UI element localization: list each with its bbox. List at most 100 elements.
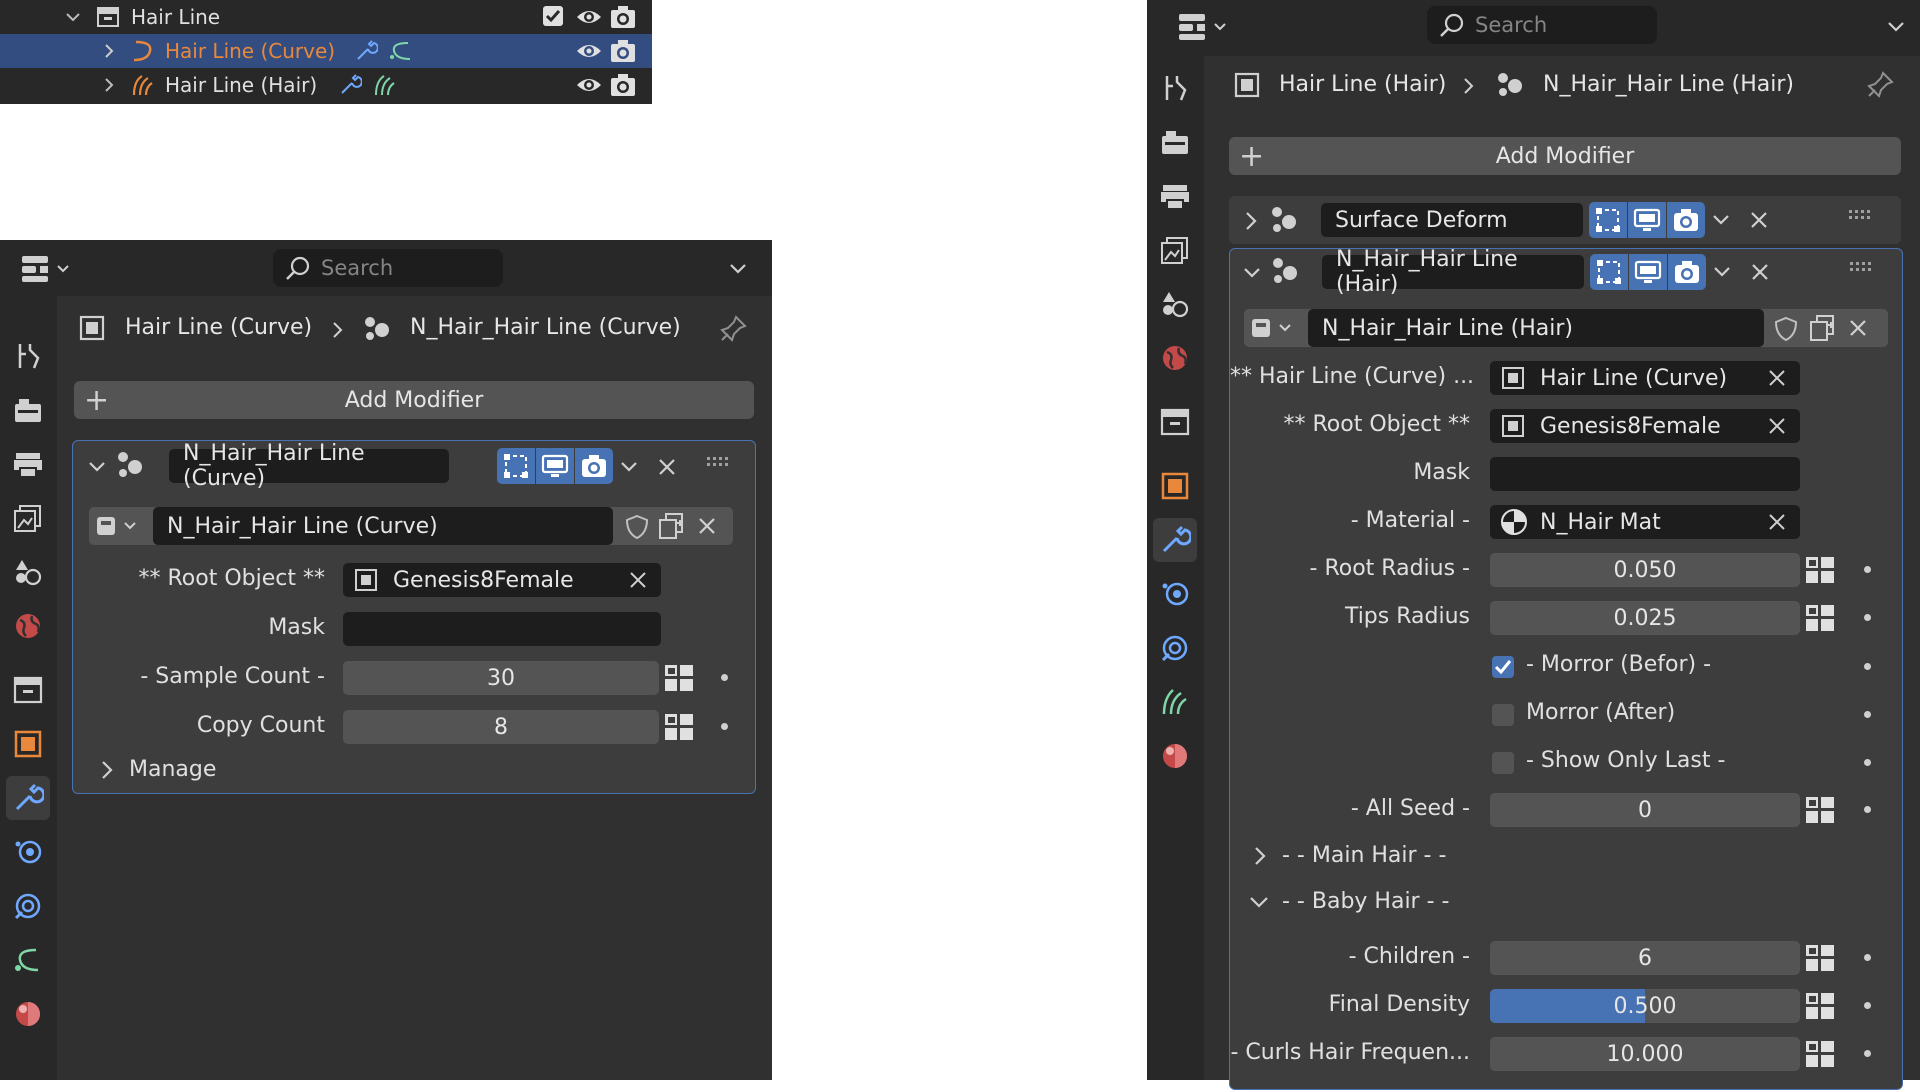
baby-hair-panel-label[interactable]: - - Baby Hair - -: [1282, 889, 1449, 914]
input-socket-toggle[interactable]: [1804, 793, 1836, 827]
clear-icon[interactable]: [629, 571, 647, 589]
chevron-down-icon[interactable]: [1885, 15, 1907, 37]
duplicate-icon[interactable]: [1808, 313, 1838, 343]
tab-collection[interactable]: [1153, 400, 1197, 444]
keyframe-dot[interactable]: [1864, 1050, 1871, 1057]
keyframe-dot[interactable]: [1864, 663, 1871, 670]
tab-tool[interactable]: [1153, 66, 1197, 110]
outliner-row-collection[interactable]: Hair Line: [0, 0, 652, 34]
modifier-name-field[interactable]: N_Hair_Hair Line (Curve): [169, 441, 449, 491]
mask-field[interactable]: [343, 612, 661, 646]
eye-icon[interactable]: [576, 73, 602, 97]
tab-world[interactable]: [1153, 336, 1197, 380]
tab-render[interactable]: [1153, 120, 1197, 164]
chevron-down-icon[interactable]: [1711, 210, 1731, 230]
drag-handle-icon[interactable]: [707, 457, 731, 469]
close-icon[interactable]: [657, 457, 677, 477]
input-socket-toggle[interactable]: [663, 661, 695, 695]
chevron-right-icon[interactable]: [100, 76, 118, 94]
tab-physics[interactable]: [1153, 626, 1197, 670]
modifier-name-field[interactable]: N_Hair_Hair Line (Hair): [1322, 247, 1584, 297]
curve-data-icon[interactable]: [388, 39, 414, 63]
input-socket-toggle[interactable]: [1804, 1037, 1836, 1071]
keyframe-dot[interactable]: [1864, 614, 1871, 621]
close-icon[interactable]: [697, 516, 717, 536]
viewport-toggle[interactable]: [536, 448, 574, 484]
pin-icon[interactable]: [720, 314, 748, 342]
morror-after-checkbox[interactable]: [1492, 704, 1514, 726]
children-field[interactable]: 6: [1490, 941, 1800, 975]
tab-material[interactable]: [1153, 734, 1197, 778]
clear-icon[interactable]: [1768, 369, 1786, 387]
duplicate-icon[interactable]: [657, 511, 687, 541]
tab-particles[interactable]: [6, 830, 50, 874]
outliner-row-hair[interactable]: Hair Line (Hair): [0, 68, 652, 102]
material-field[interactable]: N_Hair Mat: [1490, 505, 1800, 539]
keyframe-dot[interactable]: [1864, 711, 1871, 718]
chevron-down-icon[interactable]: [1712, 262, 1732, 282]
render-toggle[interactable]: [1667, 202, 1705, 238]
chevron-down-icon[interactable]: [1242, 263, 1262, 283]
edit-mode-toggle[interactable]: [497, 448, 535, 484]
chevron-down-icon[interactable]: [64, 8, 82, 26]
tab-view-layer[interactable]: [1153, 228, 1197, 272]
hair-data-icon[interactable]: [372, 73, 398, 97]
chevron-down-icon[interactable]: [619, 457, 639, 477]
tab-physics[interactable]: [6, 884, 50, 928]
surface-deform-name-field[interactable]: Surface Deform: [1321, 203, 1583, 237]
drag-handle-icon[interactable]: [1849, 210, 1873, 222]
camera-icon[interactable]: [610, 73, 636, 97]
curls-frequency-field[interactable]: 10.000: [1490, 1037, 1800, 1071]
clear-icon[interactable]: [1768, 417, 1786, 435]
search-input[interactable]: Search: [273, 249, 503, 287]
wrench-icon[interactable]: [338, 73, 362, 97]
tab-object[interactable]: [6, 722, 50, 766]
mask-field[interactable]: [1490, 457, 1800, 491]
show-only-last-checkbox[interactable]: [1492, 752, 1514, 774]
viewport-toggle[interactable]: [1629, 254, 1667, 290]
morror-befor-checkbox[interactable]: [1492, 656, 1514, 678]
tab-world[interactable]: [6, 604, 50, 648]
close-icon[interactable]: [1848, 318, 1868, 338]
tab-collection[interactable]: [6, 668, 50, 712]
tab-modifiers[interactable]: [6, 776, 50, 820]
chevron-down-icon[interactable]: [1248, 893, 1270, 911]
chevron-right-icon[interactable]: [1252, 845, 1268, 867]
fake-user-shield-icon[interactable]: [1772, 315, 1800, 343]
eye-icon[interactable]: [576, 5, 602, 29]
keyframe-dot[interactable]: [1864, 1002, 1871, 1009]
tab-data[interactable]: [6, 938, 50, 982]
outliner-row-curve[interactable]: Hair Line (Curve): [0, 34, 652, 68]
render-toggle[interactable]: [1668, 254, 1706, 290]
search-input[interactable]: Search: [1427, 6, 1657, 44]
close-icon[interactable]: [1749, 210, 1769, 230]
render-toggle[interactable]: [575, 448, 613, 484]
keyframe-dot[interactable]: [1864, 566, 1871, 573]
node-group-name-field[interactable]: N_Hair_Hair Line (Curve): [153, 507, 613, 545]
input-socket-toggle[interactable]: [1804, 989, 1836, 1023]
tab-output[interactable]: [6, 442, 50, 486]
root-object-field[interactable]: Genesis8Female: [343, 563, 661, 597]
fake-user-shield-icon[interactable]: [623, 513, 651, 541]
tab-particles[interactable]: [1153, 572, 1197, 616]
node-group-browse-button[interactable]: [89, 507, 151, 545]
chevron-down-icon[interactable]: [87, 457, 107, 477]
tab-tool[interactable]: [6, 334, 50, 378]
copy-count-field[interactable]: 8: [343, 710, 659, 744]
final-density-slider[interactable]: 0.500: [1490, 989, 1800, 1023]
drag-handle-icon[interactable]: [1850, 262, 1874, 274]
keyframe-dot[interactable]: [1864, 759, 1871, 766]
tab-material[interactable]: [6, 992, 50, 1036]
tab-scene[interactable]: [1153, 282, 1197, 326]
root-object-field[interactable]: Genesis8Female: [1490, 409, 1800, 443]
clear-icon[interactable]: [1768, 513, 1786, 531]
input-socket-toggle[interactable]: [1804, 553, 1836, 587]
close-icon[interactable]: [1750, 262, 1770, 282]
tab-data[interactable]: [1153, 680, 1197, 724]
tab-modifiers[interactable]: [1153, 518, 1197, 562]
tab-view-layer[interactable]: [6, 496, 50, 540]
editor-type-icon[interactable]: [20, 252, 74, 284]
pin-icon[interactable]: [1867, 70, 1895, 98]
tab-object[interactable]: [1153, 464, 1197, 508]
input-socket-toggle[interactable]: [1804, 941, 1836, 975]
